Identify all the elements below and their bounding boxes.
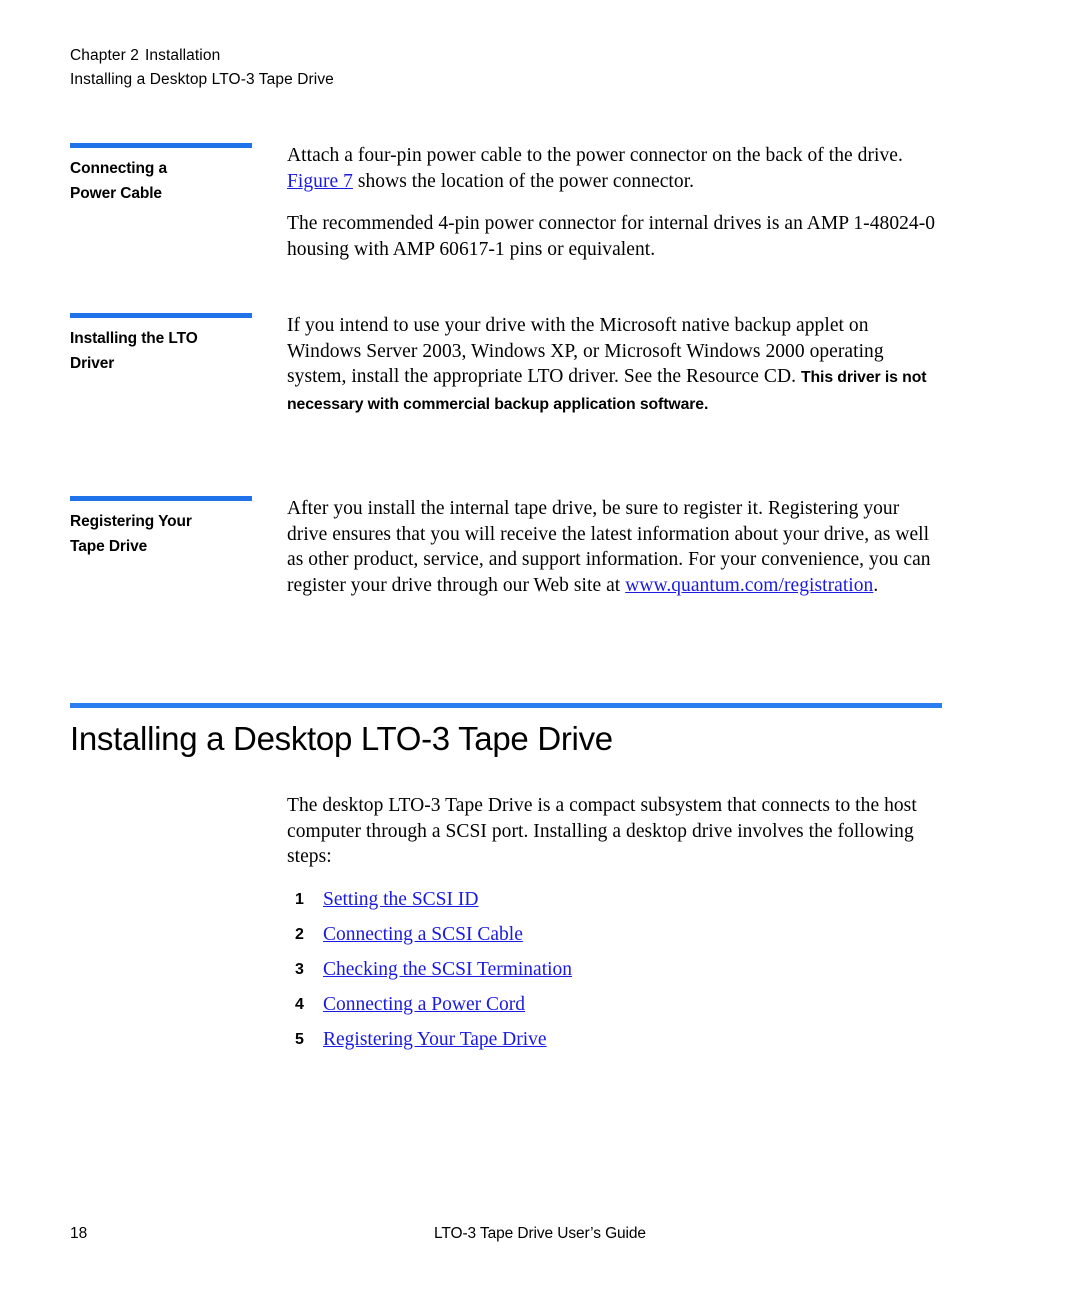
list-item: 1 Setting the SCSI ID	[287, 887, 937, 912]
section-sidebar-heading: Connecting a Power Cable	[70, 143, 260, 206]
section-sidebar-heading: Registering Your Tape Drive	[70, 496, 260, 559]
install-steps-list: 1 Setting the SCSI ID 2 Connecting a SCS…	[287, 887, 937, 1052]
paragraph-text-after-link: shows the location of the power connecto…	[352, 170, 695, 192]
step-number: 3	[295, 960, 304, 978]
list-item: 2 Connecting a SCSI Cable	[287, 922, 937, 947]
page-title: Installing a Desktop LTO-3 Tape Drive	[70, 720, 613, 757]
section-installing-lto-driver: Installing the LTO Driver If you intend …	[0, 313, 1080, 417]
paragraph-text-after-link: .	[873, 574, 879, 596]
step-number: 4	[295, 995, 304, 1013]
paragraph-desktop-intro: The desktop LTO-3 Tape Drive is a compac…	[287, 795, 917, 867]
section-registering-tape-drive: Registering Your Tape Drive After you in…	[0, 496, 1080, 598]
paragraph-registration: After you install the internal tape driv…	[287, 496, 937, 598]
sidebar-heading-text: Installing the LTO Driver	[70, 327, 260, 376]
step-link-setting-scsi-id[interactable]: Setting the SCSI ID	[323, 889, 478, 910]
section-title-block: Installing a Desktop LTO-3 Tape Drive	[70, 703, 942, 782]
heading-rule	[70, 496, 252, 501]
list-item: 5 Registering Your Tape Drive	[287, 1027, 937, 1052]
sidebar-heading-text: Connecting a Power Cable	[70, 157, 260, 206]
chapter-name: Installation	[144, 47, 221, 64]
paragraph-text-before-link: Attach a four-pin power cable to the pow…	[287, 145, 903, 166]
sidebar-heading-line-1: Registering Your	[70, 513, 192, 530]
paragraph-regular-text: If you intend to use your drive with the…	[287, 315, 884, 387]
section-title-rule	[70, 703, 942, 708]
paragraph-lto-driver: If you intend to use your drive with the…	[287, 313, 937, 417]
section-body: If you intend to use your drive with the…	[287, 313, 937, 417]
footer-document-title: LTO-3 Tape Drive User’s Guide	[434, 1225, 646, 1242]
step-link-connecting-power-cord[interactable]: Connecting a Power Cord	[323, 994, 525, 1015]
paragraph-power-connector-spec: The recommended 4-pin power connector fo…	[287, 213, 936, 260]
registration-url-link[interactable]: www.quantum.com/registration	[625, 575, 873, 596]
step-link-checking-scsi-termination[interactable]: Checking the SCSI Termination	[323, 959, 572, 980]
step-number: 2	[295, 925, 304, 943]
document-page: Chapter 2 Installation Installing a Deskt…	[0, 0, 1080, 1296]
heading-rule	[70, 143, 252, 148]
sidebar-heading-line-2: Power Cable	[70, 184, 162, 202]
paragraph-power-cable-attach: Attach a four-pin power cable to the pow…	[287, 143, 937, 194]
section-connecting-power-cable: Connecting a Power Cable Attach a four-p…	[0, 143, 1080, 262]
step-number: 1	[295, 890, 304, 908]
heading-rule	[70, 313, 252, 318]
section-body: Attach a four-pin power cable to the pow…	[287, 143, 937, 262]
step-link-registering-your-tape-drive[interactable]: Registering Your Tape Drive	[323, 1029, 547, 1050]
running-header: Chapter 2 Installation Installing a Deskt…	[70, 44, 334, 92]
sidebar-heading-line-2: Driver	[70, 354, 115, 372]
section-sidebar-heading: Installing the LTO Driver	[70, 313, 260, 376]
step-link-connecting-scsi-cable[interactable]: Connecting a SCSI Cable	[323, 924, 523, 945]
list-item: 4 Connecting a Power Cord	[287, 992, 937, 1017]
sidebar-heading-text: Registering Your Tape Drive	[70, 510, 260, 559]
sidebar-heading-line-2: Tape Drive	[70, 537, 148, 555]
sidebar-heading-line-1: Installing the LTO	[70, 330, 198, 347]
desktop-install-intro-block: The desktop LTO-3 Tape Drive is a compac…	[287, 793, 937, 1062]
running-header-chapter-line: Chapter 2 Installation	[70, 44, 334, 68]
section-body: After you install the internal tape driv…	[287, 496, 937, 598]
chapter-number: Chapter 2	[70, 47, 139, 64]
list-item: 3 Checking the SCSI Termination	[287, 957, 937, 982]
figure-7-link[interactable]: Figure 7	[287, 171, 353, 192]
page-footer: 18 LTO-3 Tape Drive User’s Guide	[0, 1222, 1080, 1248]
running-header-section-line: Installing a Desktop LTO-3 Tape Drive	[70, 71, 334, 88]
sidebar-heading-line-1: Connecting a	[70, 160, 167, 177]
step-number: 5	[295, 1030, 304, 1048]
